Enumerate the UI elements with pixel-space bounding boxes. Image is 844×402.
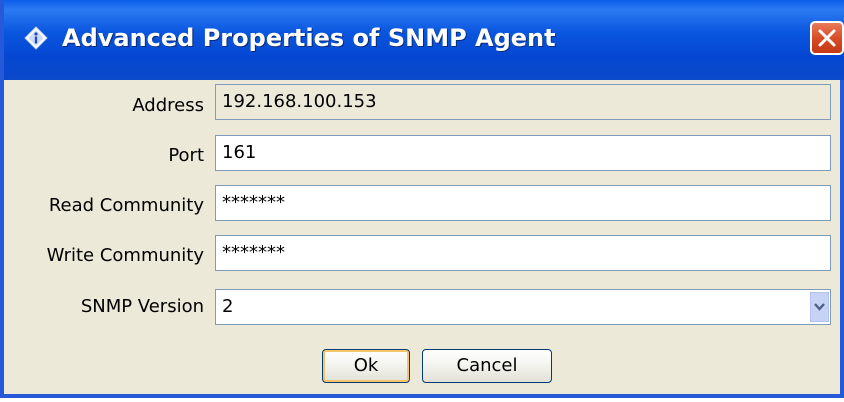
snmp-version-label: SNMP Version bbox=[80, 296, 204, 317]
write-community-label: Write Community bbox=[46, 245, 204, 266]
cancel-button[interactable]: Cancel bbox=[422, 349, 552, 383]
port-input[interactable]: 161 bbox=[215, 135, 831, 171]
close-button[interactable] bbox=[810, 21, 844, 55]
read-community-input[interactable]: ******* bbox=[215, 185, 831, 221]
dialog-title: Advanced Properties of SNMP Agent bbox=[62, 24, 556, 52]
snmp-version-select[interactable]: 2 bbox=[215, 289, 831, 325]
ok-button[interactable]: Ok bbox=[322, 349, 410, 383]
address-label: Address bbox=[132, 95, 204, 116]
chevron-down-icon[interactable] bbox=[809, 291, 830, 323]
dialog-window: Advanced Properties of SNMP Agent Addres… bbox=[0, 0, 844, 398]
address-field: 192.168.100.153 bbox=[215, 84, 831, 120]
write-community-input[interactable]: ******* bbox=[215, 235, 831, 271]
title-bar[interactable]: Advanced Properties of SNMP Agent bbox=[4, 0, 844, 80]
read-community-label: Read Community bbox=[48, 195, 204, 216]
diamond-info-icon bbox=[24, 26, 48, 50]
close-icon bbox=[818, 29, 836, 47]
port-label: Port bbox=[168, 145, 204, 166]
